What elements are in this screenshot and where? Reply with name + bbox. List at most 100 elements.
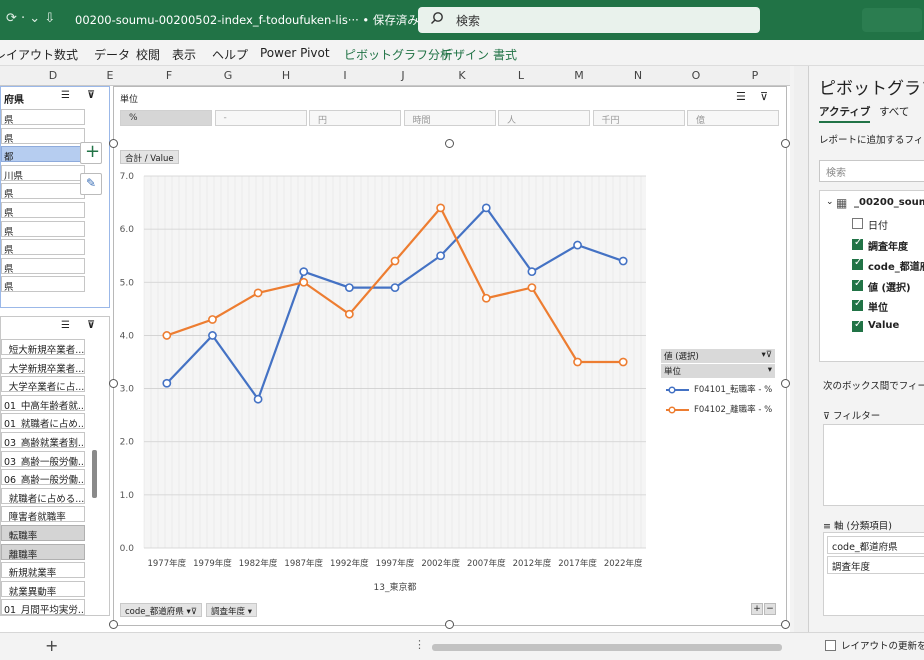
- column-header[interactable]: E: [80, 69, 140, 82]
- zoom-out-button[interactable]: −: [764, 603, 776, 615]
- column-header[interactable]: H: [256, 69, 316, 82]
- column-header[interactable]: N: [608, 69, 668, 82]
- field-checkbox[interactable]: [852, 278, 863, 291]
- resize-handle[interactable]: [445, 620, 454, 629]
- data-point[interactable]: [299, 277, 309, 287]
- indicator-slicer-item[interactable]: 03_高齢一般労働...: [1, 450, 85, 467]
- data-point[interactable]: [573, 357, 582, 367]
- indicator-slicer-item[interactable]: 01_月間平均実労...: [1, 599, 85, 616]
- resize-handle[interactable]: [781, 379, 790, 388]
- prefecture-slicer-item[interactable]: 都: [1, 146, 85, 163]
- data-point[interactable]: [573, 240, 582, 250]
- filter-area[interactable]: [823, 424, 924, 506]
- data-point[interactable]: [162, 378, 172, 388]
- column-header[interactable]: I: [315, 69, 375, 82]
- tab-pivotchart-analyze[interactable]: ピボットグラフ分析: [344, 46, 452, 63]
- field-checkbox[interactable]: [852, 257, 863, 270]
- data-point[interactable]: [527, 267, 537, 277]
- axis-item[interactable]: 調査年度: [827, 556, 924, 574]
- resize-handle[interactable]: [109, 620, 118, 629]
- prefecture-slicer-item[interactable]: 県: [1, 239, 85, 256]
- legend-entry[interactable]: F04102_離職率 - %: [665, 403, 772, 415]
- data-point[interactable]: [436, 251, 446, 261]
- column-header[interactable]: F: [139, 69, 199, 82]
- unit-slicer-button[interactable]: -: [214, 110, 307, 126]
- tab-all-fields[interactable]: すべて: [879, 104, 909, 119]
- legend-field-values[interactable]: 値 (選択) ▾⊽: [661, 349, 775, 363]
- quick-access-toolbar[interactable]: ⟳ · ⌄ ⇩: [6, 11, 55, 26]
- prefecture-slicer-item[interactable]: 県: [1, 109, 85, 125]
- field-checkbox[interactable]: [852, 218, 863, 229]
- unit-slicer-button[interactable]: 円: [309, 110, 401, 126]
- indicator-slicer-item[interactable]: _短大新規卒業者...: [1, 339, 85, 355]
- clear-filter-icon[interactable]: ⊽: [87, 90, 95, 101]
- document-title[interactable]: 00200-soumu-00200502-index_f-todoufuken-…: [75, 12, 432, 28]
- resize-handle[interactable]: [109, 379, 118, 388]
- indicator-slicer-item[interactable]: 01_就職者に占め...: [1, 413, 85, 430]
- defer-layout-update[interactable]: レイアウトの更新を保: [825, 638, 924, 652]
- unit-slicer[interactable]: 単位 ☰ ⊽ % - 円時間人千円億: [116, 88, 780, 132]
- axis-field-prefecture[interactable]: code_都道府県 ▾⊽: [120, 603, 202, 617]
- indicator-slicer-item[interactable]: 06_高齢一般労働...: [1, 469, 85, 486]
- horizontal-scrollbar[interactable]: [432, 644, 782, 651]
- clear-filter-icon[interactable]: ⊽: [87, 320, 95, 331]
- data-point[interactable]: [253, 394, 263, 404]
- field-checkbox[interactable]: [852, 319, 863, 332]
- tab-help[interactable]: ヘルプ: [212, 46, 248, 63]
- tab-view[interactable]: 表示: [172, 46, 196, 63]
- field-label[interactable]: 日付: [868, 217, 888, 232]
- indicator-slicer-item[interactable]: _就職者に占める...: [1, 487, 85, 504]
- field-label[interactable]: code_都道府県: [868, 258, 924, 273]
- data-point[interactable]: [481, 293, 491, 303]
- resize-handle[interactable]: [781, 620, 790, 629]
- add-button[interactable]: +: [80, 141, 102, 164]
- column-header[interactable]: K: [432, 69, 492, 82]
- column-header[interactable]: D: [23, 69, 83, 82]
- column-header[interactable]: J: [373, 69, 433, 82]
- axis-item[interactable]: code_都道府県: [827, 536, 924, 554]
- vertical-scrollbar[interactable]: [794, 66, 808, 636]
- field-label[interactable]: Value: [868, 320, 899, 331]
- prefecture-slicer-item[interactable]: 県: [1, 202, 85, 218]
- zoom-in-button[interactable]: +: [751, 603, 763, 615]
- data-point[interactable]: [527, 283, 537, 292]
- data-point[interactable]: [436, 203, 446, 213]
- data-point[interactable]: [481, 203, 491, 213]
- tab-format[interactable]: 書式: [493, 46, 517, 63]
- prefecture-slicer-item[interactable]: 県: [1, 276, 85, 293]
- defer-checkbox[interactable]: [825, 640, 836, 651]
- data-point[interactable]: [253, 288, 263, 298]
- prefecture-slicer-item[interactable]: 県: [1, 183, 85, 200]
- axis-field-year[interactable]: 調査年度 ▾: [206, 603, 257, 617]
- clear-filter-icon[interactable]: ⊽: [760, 90, 768, 103]
- legend-entry[interactable]: F04101_転職率 - %: [665, 383, 772, 395]
- column-header[interactable]: P: [725, 69, 785, 82]
- indicator-slicer-item[interactable]: _新規就業率: [1, 562, 85, 579]
- multi-select-icon[interactable]: ☰: [61, 320, 70, 331]
- table-name[interactable]: _00200_soumu: [854, 197, 924, 208]
- data-point[interactable]: [299, 267, 309, 277]
- indicator-slicer-item[interactable]: _大学新規卒業者...: [1, 357, 85, 374]
- indicator-slicer-item[interactable]: _離職率: [1, 543, 85, 560]
- collapse-icon[interactable]: ⌄: [826, 197, 834, 207]
- field-search-input[interactable]: 検索: [819, 160, 924, 182]
- data-point[interactable]: [344, 309, 354, 319]
- multi-select-icon[interactable]: ☰: [61, 90, 70, 101]
- field-checkbox[interactable]: [852, 237, 863, 250]
- resize-handle[interactable]: [109, 139, 118, 148]
- resize-handle[interactable]: [445, 139, 454, 148]
- column-header[interactable]: G: [198, 69, 258, 82]
- prefecture-slicer-item[interactable]: 川県: [1, 164, 85, 181]
- resize-handle[interactable]: [781, 139, 790, 148]
- column-header[interactable]: M: [549, 69, 609, 82]
- tab-page-layout[interactable]: レイアウト: [0, 46, 54, 63]
- tab-review[interactable]: 校閲: [136, 46, 160, 63]
- more-options-icon[interactable]: ⋮: [414, 638, 425, 651]
- indicator-slicer-item[interactable]: _障害者就職率: [1, 506, 85, 523]
- data-point[interactable]: [208, 331, 217, 340]
- account-button[interactable]: [862, 8, 922, 32]
- multi-select-icon[interactable]: ☰: [736, 90, 746, 103]
- indicator-slicer-item[interactable]: 03_高齢就業者割...: [1, 432, 85, 448]
- unit-slicer-button[interactable]: %: [120, 110, 212, 126]
- search-box[interactable]: 検索: [418, 7, 760, 33]
